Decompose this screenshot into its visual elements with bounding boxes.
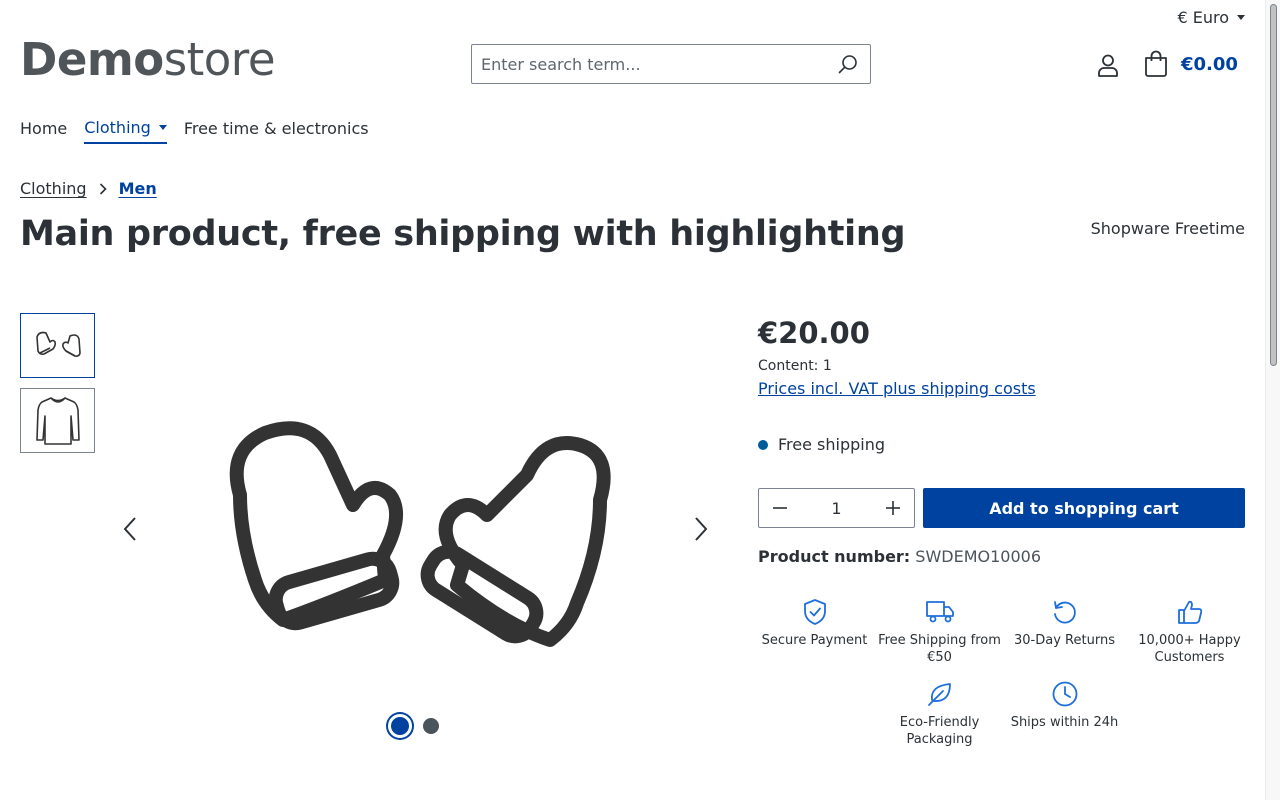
logo-text-light: store — [163, 33, 276, 86]
thumbs-up-icon — [1177, 600, 1202, 624]
cart-button[interactable]: €0.00 — [1143, 50, 1238, 78]
page-title: Main product, free shipping with highlig… — [20, 214, 906, 254]
manufacturer-link[interactable]: Shopware Freetime — [1091, 219, 1245, 238]
cart-total: €0.00 — [1181, 53, 1238, 75]
feature-label: Ships within 24h — [1010, 715, 1119, 730]
account-button[interactable] — [1095, 52, 1121, 78]
search-button[interactable] — [826, 45, 870, 83]
clock-icon — [1052, 681, 1077, 707]
quantity-input[interactable] — [801, 498, 872, 518]
gloves-icon — [35, 331, 81, 357]
feature-label: 30-Day Returns — [1014, 633, 1115, 648]
breadcrumb: Clothing Men — [20, 179, 157, 198]
product-number: Product number: SWDEMO10006 — [758, 547, 1041, 566]
sweater-icon — [35, 396, 80, 445]
gallery-dot-2[interactable] — [423, 718, 439, 734]
shield-check-icon — [803, 599, 826, 625]
search-form — [471, 44, 871, 84]
user-icon — [1098, 54, 1118, 77]
product-number-value: SWDEMO10006 — [915, 547, 1041, 566]
feature-eco-packaging: Eco-Friendly Packaging — [877, 680, 1002, 748]
feature-label: Free Shipping from €50 — [878, 633, 1001, 665]
nav-item-label: Free time & electronics — [183, 119, 369, 138]
quantity-stepper — [758, 488, 915, 528]
gallery-next-button[interactable] — [686, 512, 716, 546]
chevron-left-icon — [123, 517, 136, 541]
chevron-right-icon — [695, 517, 708, 541]
plus-icon — [886, 501, 900, 515]
gallery-thumbnail-sweater[interactable] — [20, 388, 95, 453]
currency-selector[interactable]: € Euro — [1177, 8, 1245, 27]
delivery-info: Free shipping — [758, 435, 885, 454]
quantity-increase-button[interactable] — [872, 489, 914, 527]
logo-text-bold: Demo — [20, 33, 164, 86]
breadcrumb-link-clothing[interactable]: Clothing — [20, 179, 87, 198]
nav-item-label: Home — [20, 119, 68, 138]
feature-secure-payment: Secure Payment — [752, 598, 877, 649]
nav-item-clothing[interactable]: Clothing — [84, 118, 167, 144]
chevron-down-icon — [1237, 15, 1245, 20]
logo[interactable]: Demostore — [20, 33, 276, 86]
gallery-prev-button[interactable] — [115, 512, 145, 546]
scrollbar-thumb[interactable] — [1270, 4, 1277, 366]
feature-free-shipping: Free Shipping from €50 — [877, 598, 1002, 666]
breadcrumb-link-men[interactable]: Men — [119, 179, 157, 198]
feature-label: Secure Payment — [761, 633, 868, 648]
chevron-down-icon — [158, 125, 167, 130]
feature-happy-customers: 10,000+ Happy Customers — [1127, 598, 1252, 666]
page-scrollbar[interactable] — [1265, 0, 1280, 800]
feature-returns: 30-Day Returns — [1002, 598, 1127, 649]
product-image-gloves — [229, 421, 611, 647]
gallery-dot-1[interactable] — [388, 714, 412, 738]
gallery-thumbnail-gloves[interactable] — [20, 313, 95, 378]
shopping-bag-icon — [1145, 50, 1167, 77]
minus-icon — [773, 507, 787, 509]
product-number-label: Product number: — [758, 547, 911, 566]
gallery-pagination — [388, 714, 439, 738]
main-navigation: Home Clothing Free time & electronics — [20, 118, 386, 144]
nav-item-free-time-electronics[interactable]: Free time & electronics — [184, 118, 369, 144]
nav-item-home[interactable]: Home — [20, 118, 67, 144]
status-dot-icon — [758, 439, 768, 450]
search-icon — [838, 55, 857, 74]
return-arrow-icon — [1053, 601, 1076, 624]
feature-label: 10,000+ Happy Customers — [1138, 633, 1241, 665]
quantity-decrease-button[interactable] — [759, 489, 801, 527]
vat-shipping-link[interactable]: Prices incl. VAT plus shipping costs — [758, 379, 1036, 398]
search-input[interactable] — [472, 45, 826, 83]
nav-item-label: Clothing — [84, 118, 151, 137]
leaf-icon — [927, 683, 951, 706]
product-price: €20.00 — [758, 316, 870, 350]
product-content: Content: 1 — [758, 358, 832, 374]
feature-label: Eco-Friendly Packaging — [899, 715, 980, 747]
truck-icon — [925, 601, 954, 623]
shipping-label: Free shipping — [778, 435, 886, 454]
chevron-right-icon — [99, 182, 107, 195]
feature-ships-24h: Ships within 24h — [1002, 680, 1127, 731]
add-to-cart-button[interactable]: Add to shopping cart — [923, 488, 1245, 528]
currency-label: € Euro — [1177, 8, 1229, 27]
